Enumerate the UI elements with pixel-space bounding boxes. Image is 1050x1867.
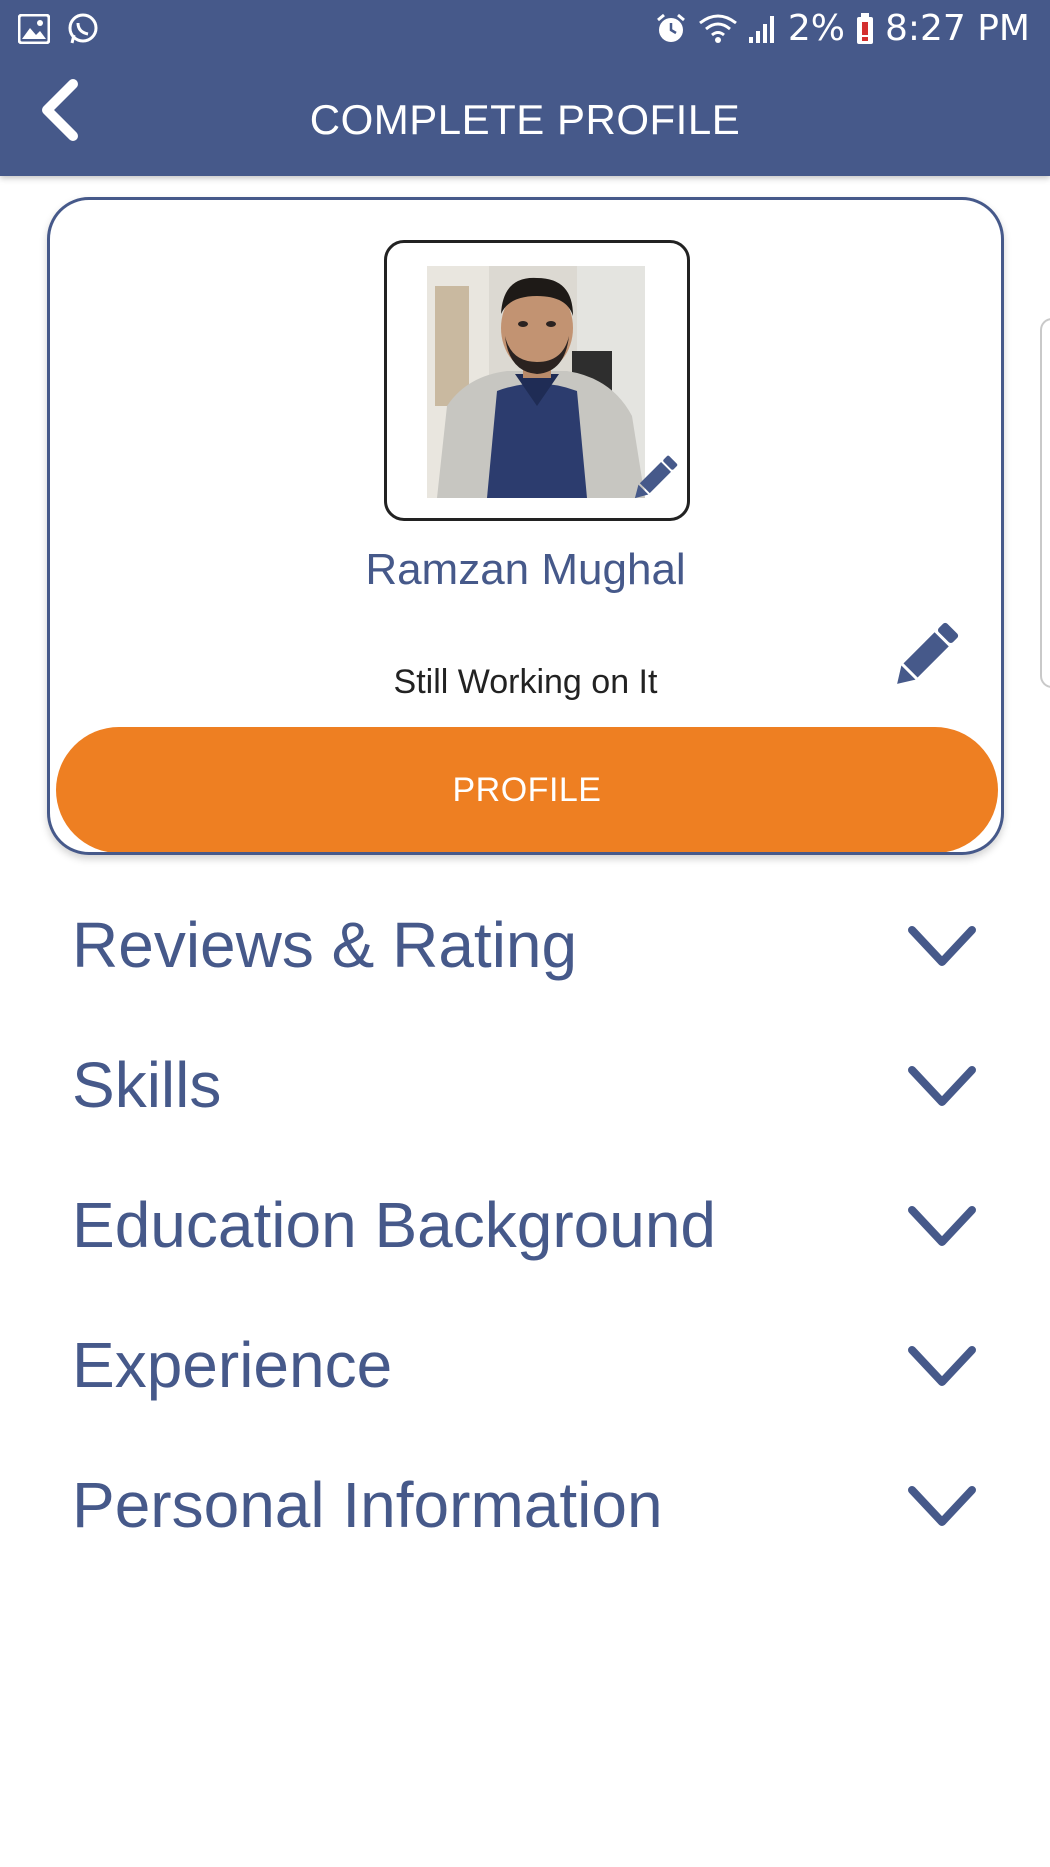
- wifi-icon: [698, 13, 738, 45]
- photo-pencil-icon[interactable]: [625, 450, 683, 508]
- status-bar-left: [17, 12, 100, 51]
- app-header: 2% 8:27 PM COMPLETE PROFILE: [0, 0, 1050, 176]
- section-personal-information[interactable]: Personal Information: [0, 1440, 1050, 1560]
- section-label: Education Background: [72, 1189, 716, 1261]
- alarm-icon: [654, 12, 688, 46]
- profile-photo-frame[interactable]: [384, 240, 690, 521]
- section-label: Experience: [72, 1329, 393, 1401]
- gallery-icon: [17, 13, 51, 49]
- battery-percent: 2%: [787, 8, 845, 49]
- page-title: COMPLETE PROFILE: [309, 96, 741, 143]
- whatsapp-icon: [66, 12, 100, 51]
- section-reviews-rating[interactable]: Reviews & Rating: [0, 880, 1050, 1000]
- profile-status: Still Working on It: [393, 663, 658, 701]
- chevron-down-icon[interactable]: [906, 1064, 978, 1110]
- profile-button[interactable]: PROFILE: [56, 727, 998, 852]
- profile-photo: [427, 266, 645, 498]
- battery-low-icon: [855, 12, 875, 46]
- status-time: 8:27 PM: [884, 8, 1030, 49]
- section-skills[interactable]: Skills: [0, 1020, 1050, 1140]
- section-label: Personal Information: [72, 1469, 663, 1541]
- chevron-down-icon[interactable]: [906, 1204, 978, 1250]
- chevron-down-icon[interactable]: [906, 1484, 978, 1530]
- status-bar: 2% 8:27 PM: [0, 0, 1050, 60]
- signal-icon: [748, 13, 778, 45]
- section-label: Reviews & Rating: [72, 909, 578, 981]
- status-pencil-icon[interactable]: [882, 615, 966, 699]
- status-bar-right: 2% 8:27 PM: [654, 8, 1030, 49]
- nav-bar: COMPLETE PROFILE: [0, 60, 1050, 176]
- chevron-down-icon[interactable]: [906, 1344, 978, 1390]
- side-drawer-handle[interactable]: [1040, 318, 1050, 688]
- section-education-background[interactable]: Education Background: [0, 1160, 1050, 1280]
- section-label: Skills: [72, 1049, 222, 1121]
- section-experience[interactable]: Experience: [0, 1300, 1050, 1420]
- profile-card: Ramzan Mughal Still Working on It PROFIL…: [47, 197, 1004, 855]
- chevron-down-icon[interactable]: [906, 924, 978, 970]
- profile-name: Ramzan Mughal: [365, 545, 686, 594]
